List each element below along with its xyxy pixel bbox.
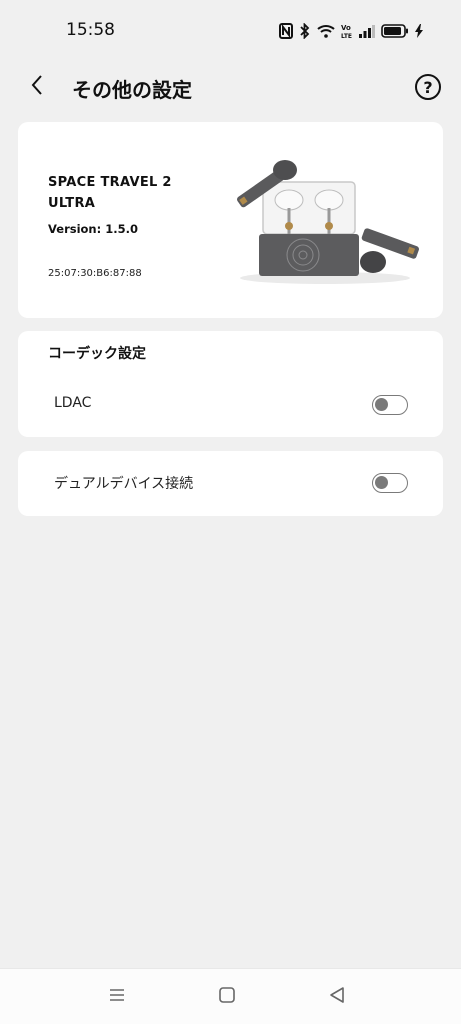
- device-mac-address: 25:07:30:B6:87:88: [48, 268, 142, 279]
- toggle-knob: [375, 476, 388, 489]
- ldac-setting-row[interactable]: LDAC: [18, 383, 443, 427]
- menu-icon: [108, 987, 126, 1007]
- device-version: Version: 1.5.0: [48, 222, 138, 236]
- signal-icon: [359, 24, 375, 38]
- dual-device-label: デュアルデバイス接続: [54, 476, 194, 492]
- ldac-label: LDAC: [54, 395, 92, 411]
- status-time: 15:58: [66, 20, 115, 40]
- codec-settings-card: コーデック設定 LDAC: [18, 331, 443, 437]
- device-name: SPACE TRAVEL 2 ULTRA: [48, 175, 172, 211]
- help-button[interactable]: ?: [415, 74, 441, 100]
- svg-text:LTE: LTE: [341, 33, 352, 39]
- toggle-knob: [375, 398, 388, 411]
- home-button[interactable]: [215, 985, 239, 1009]
- status-bar: 15:58 Vo LTE: [0, 0, 461, 62]
- question-circle-icon: ?: [423, 77, 433, 97]
- home-icon: [218, 986, 236, 1008]
- charging-icon: [415, 24, 423, 38]
- system-nav-bar: [0, 968, 461, 1024]
- back-button[interactable]: [22, 72, 52, 102]
- app-header: その他の設定 ?: [0, 62, 461, 114]
- battery-icon: [381, 24, 409, 38]
- earbuds-case-image: [223, 150, 428, 285]
- menu-button[interactable]: [105, 985, 129, 1009]
- dual-device-setting-row[interactable]: デュアルデバイス接続: [18, 461, 443, 505]
- dual-device-card: デュアルデバイス接続: [18, 451, 443, 516]
- svg-text:Vo: Vo: [341, 24, 351, 32]
- codec-section-title: コーデック設定: [48, 346, 146, 362]
- status-icons: Vo LTE: [279, 20, 423, 42]
- wifi-icon: [317, 24, 335, 38]
- bluetooth-icon: [299, 23, 311, 39]
- device-card: SPACE TRAVEL 2 ULTRA Version: 1.5.0 25:0…: [18, 122, 443, 318]
- chevron-left-icon: [30, 74, 44, 100]
- nav-back-button[interactable]: [325, 985, 349, 1009]
- back-icon: [328, 986, 346, 1008]
- page-title: その他の設定: [72, 78, 192, 102]
- ldac-toggle[interactable]: [372, 395, 408, 415]
- dual-device-toggle[interactable]: [372, 473, 408, 493]
- volte-icon: Vo LTE: [341, 23, 353, 39]
- nfc-icon: [279, 23, 293, 39]
